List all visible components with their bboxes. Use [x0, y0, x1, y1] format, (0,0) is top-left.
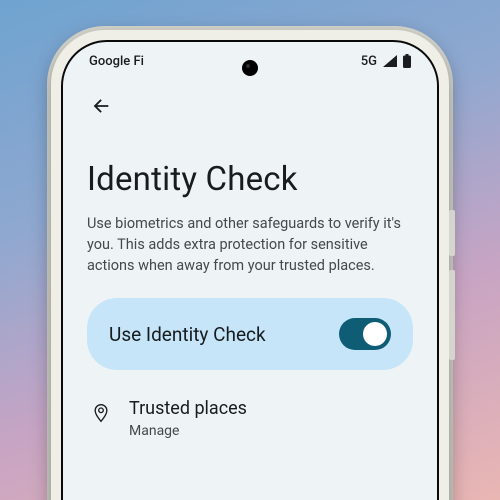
- volume-up-side-button: [449, 210, 455, 256]
- signal-icon: [383, 55, 397, 67]
- location-pin-icon: [91, 402, 111, 424]
- trusted-places-item[interactable]: Trusted places Manage: [87, 370, 413, 449]
- page-title: Identity Check: [87, 160, 413, 199]
- carrier-label: Google Fi: [89, 54, 144, 69]
- arrow-back-icon: [90, 95, 112, 117]
- identity-check-switch[interactable]: [339, 318, 391, 350]
- identity-check-toggle-card[interactable]: Use Identity Check: [87, 298, 413, 370]
- list-item-subtitle: Manage: [129, 423, 247, 439]
- battery-icon: [403, 54, 411, 68]
- page-description: Use biometrics and other safeguards to v…: [87, 213, 413, 276]
- front-camera-cutout: [242, 60, 258, 76]
- network-5g-label: 5G: [361, 54, 377, 69]
- screen: Google Fi 5G Identity Check Use biometri…: [61, 40, 439, 500]
- volume-down-side-button: [449, 270, 455, 360]
- phone-frame: Google Fi 5G Identity Check Use biometri…: [51, 30, 449, 500]
- toggle-label: Use Identity Check: [109, 323, 266, 346]
- list-item-title: Trusted places: [129, 398, 247, 419]
- back-button[interactable]: [81, 86, 121, 126]
- switch-thumb: [363, 322, 387, 346]
